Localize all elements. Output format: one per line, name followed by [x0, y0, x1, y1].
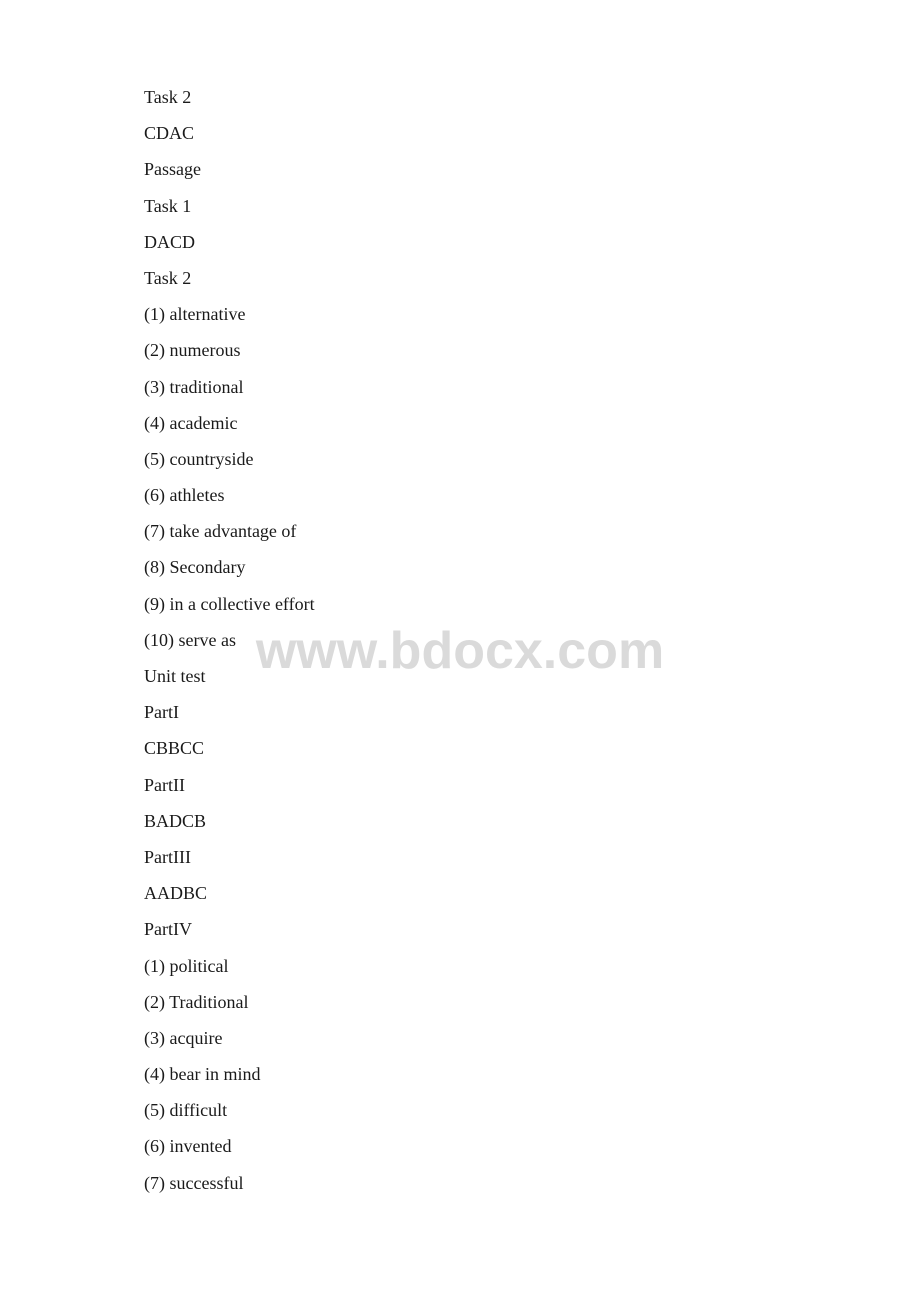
- list-item: (2) numerous: [144, 333, 920, 367]
- list-item: (10) serve as: [144, 623, 920, 657]
- list-item: DACD: [144, 225, 920, 259]
- list-item: (5) difficult: [144, 1093, 920, 1127]
- main-content: Task 2CDACPassageTask 1DACDTask 2(1) alt…: [0, 0, 920, 1282]
- list-item: (3) acquire: [144, 1021, 920, 1055]
- list-item: (8) Secondary: [144, 550, 920, 584]
- list-item: (7) successful: [144, 1166, 920, 1200]
- list-item: Task 1: [144, 189, 920, 223]
- list-item: PartI: [144, 695, 920, 729]
- list-item: (3) traditional: [144, 370, 920, 404]
- list-item: (1) political: [144, 949, 920, 983]
- list-item: AADBC: [144, 876, 920, 910]
- list-item: PartII: [144, 768, 920, 802]
- list-item: CDAC: [144, 116, 920, 150]
- list-item: PartIV: [144, 912, 920, 946]
- list-item: (6) invented: [144, 1129, 920, 1163]
- list-item: BADCB: [144, 804, 920, 838]
- list-item: (9) in a collective effort: [144, 587, 920, 621]
- list-item: (4) bear in mind: [144, 1057, 920, 1091]
- list-item: Passage: [144, 152, 920, 186]
- list-item: Task 2: [144, 261, 920, 295]
- list-item: Unit test: [144, 659, 920, 693]
- list-item: PartIII: [144, 840, 920, 874]
- list-item: (7) take advantage of: [144, 514, 920, 548]
- list-item: (4) academic: [144, 406, 920, 440]
- list-item: (2) Traditional: [144, 985, 920, 1019]
- list-item: Task 2: [144, 80, 920, 114]
- list-item: (1) alternative: [144, 297, 920, 331]
- list-item: CBBCC: [144, 731, 920, 765]
- list-item: (5) countryside: [144, 442, 920, 476]
- list-item: (6) athletes: [144, 478, 920, 512]
